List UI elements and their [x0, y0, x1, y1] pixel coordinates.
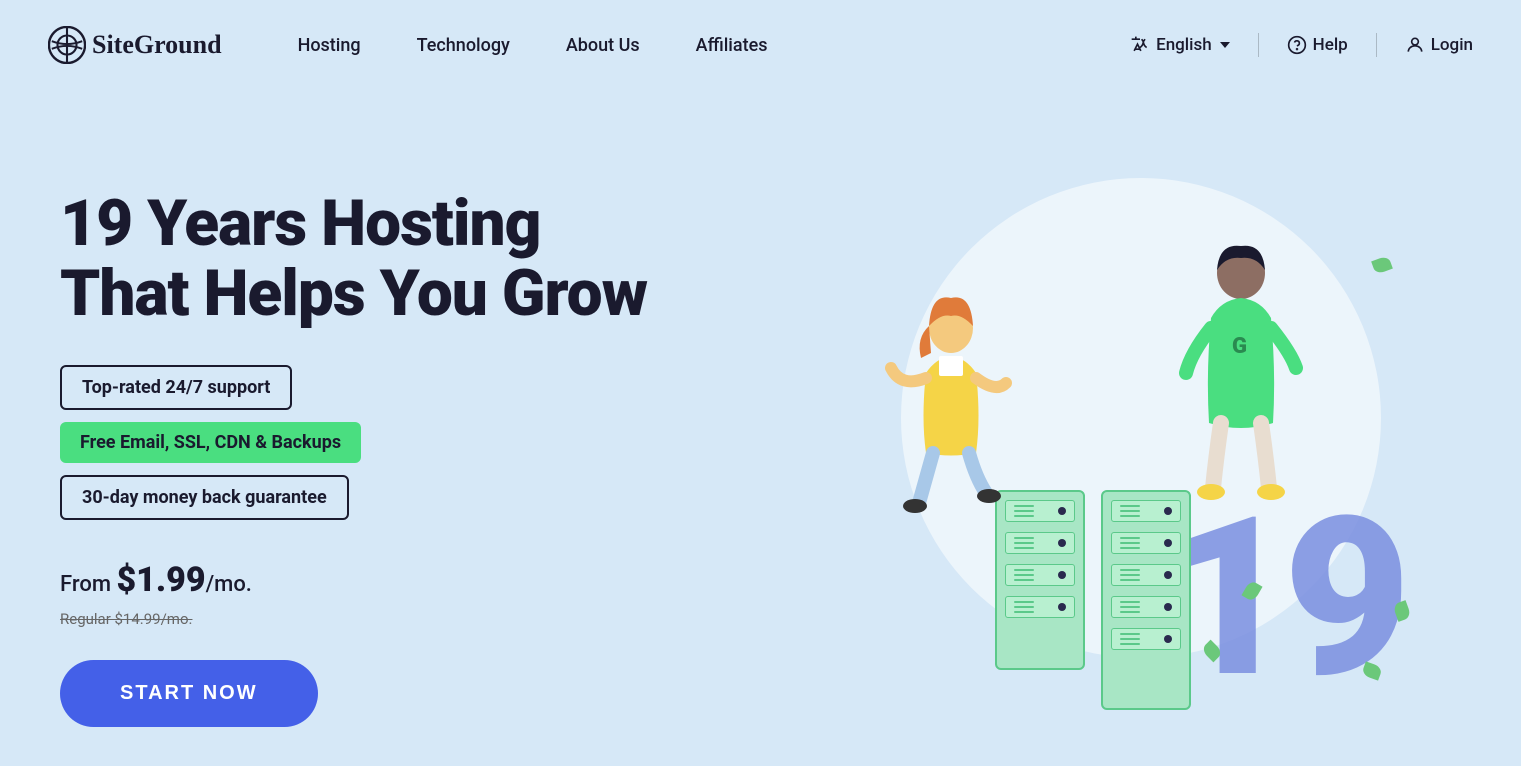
- pricing-regular-price: $14.99/mo.: [115, 610, 193, 628]
- nav-links: Hosting Technology About Us Affiliates: [270, 35, 1131, 56]
- hero-title-line2: That Helps You Grow: [60, 256, 647, 331]
- nav-divider-1: [1258, 33, 1259, 57]
- pricing-period: /mo.: [206, 572, 252, 597]
- navbar: SiteGround Hosting Technology About Us A…: [0, 0, 1521, 90]
- server-unit: [1111, 596, 1181, 618]
- help-label: Help: [1313, 35, 1348, 55]
- server-rack-2: [1101, 490, 1191, 710]
- server-unit: [1005, 564, 1075, 586]
- logo-icon: [48, 26, 86, 64]
- pricing-section: From $1.99/mo.: [60, 560, 760, 600]
- language-label: English: [1156, 35, 1212, 55]
- badge-support: Top-rated 24/7 support: [60, 365, 292, 410]
- logo-text: SiteGround: [92, 30, 222, 60]
- nav-divider-2: [1376, 33, 1377, 57]
- nav-about-us[interactable]: About Us: [538, 35, 668, 56]
- help-link[interactable]: Help: [1287, 35, 1348, 55]
- language-chevron: [1220, 42, 1230, 48]
- svg-text:G: G: [1232, 334, 1247, 359]
- server-unit: [1111, 532, 1181, 554]
- server-unit: [1111, 564, 1181, 586]
- pricing-amount: $1.99: [116, 560, 205, 600]
- feature-badges: Top-rated 24/7 support Free Email, SSL, …: [60, 365, 760, 520]
- pricing-regular-label: Regular: [60, 610, 115, 628]
- person-female-illustration: [871, 278, 1031, 518]
- nav-affiliates[interactable]: Affiliates: [668, 35, 796, 56]
- badge-money-back: 30-day money back guarantee: [60, 475, 349, 520]
- logo[interactable]: SiteGround: [48, 26, 222, 64]
- start-now-button[interactable]: START NOW: [60, 660, 318, 727]
- hero-title-line1: 19 Years Hosting: [60, 186, 540, 261]
- pricing-from-label: From: [60, 572, 116, 597]
- badge-free-features: Free Email, SSL, CDN & Backups: [60, 422, 361, 463]
- server-unit: [1005, 596, 1075, 618]
- server-unit: [1005, 532, 1075, 554]
- user-icon: [1405, 35, 1425, 55]
- nav-right: English Help Login: [1130, 33, 1473, 57]
- leaf-5: [1371, 255, 1393, 274]
- login-label: Login: [1431, 35, 1473, 55]
- hero-title: 19 Years Hosting That Helps You Grow: [60, 189, 760, 330]
- nav-hosting[interactable]: Hosting: [270, 35, 389, 56]
- server-unit: [1111, 628, 1181, 650]
- login-link[interactable]: Login: [1405, 35, 1473, 55]
- hero-content: 19 Years Hosting That Helps You Grow Top…: [60, 169, 760, 728]
- translate-icon: [1130, 35, 1150, 55]
- nav-technology[interactable]: Technology: [389, 35, 538, 56]
- help-icon: [1287, 35, 1307, 55]
- hero-section: 19 Years Hosting That Helps You Grow Top…: [0, 90, 1521, 766]
- pricing-regular: Regular $14.99/mo.: [60, 610, 760, 628]
- hero-illustration: 19: [760, 158, 1461, 738]
- language-selector[interactable]: English: [1130, 35, 1230, 55]
- server-illustration: [995, 490, 1191, 710]
- person-male-illustration: G: [1161, 228, 1321, 508]
